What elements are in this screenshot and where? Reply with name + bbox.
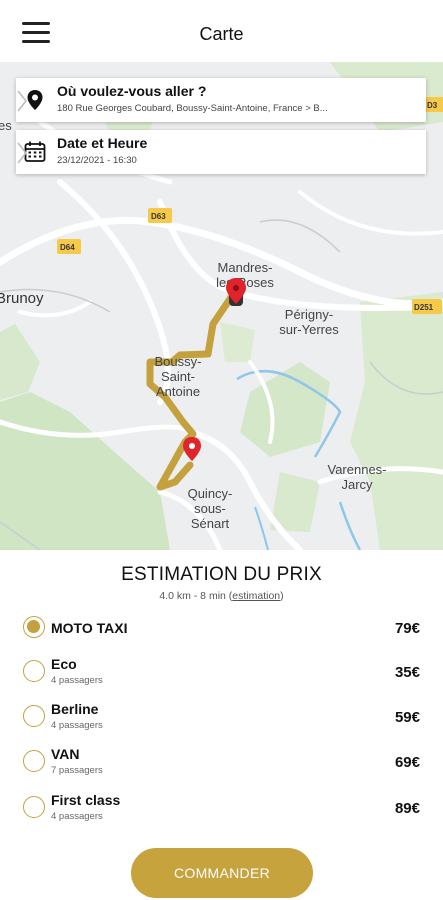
page-title: Carte: [199, 24, 244, 44]
datetime-card[interactable]: Date et Heure 23/12/2021 - 16:30: [16, 130, 426, 174]
option-first-class[interactable]: First class 4 passagers 89€: [0, 792, 443, 832]
destination-title: Où voulez-vous aller ?: [57, 83, 207, 99]
estimation-title: ESTIMATION DU PRIX: [121, 564, 322, 585]
option-name: VAN: [51, 746, 80, 762]
place-quincy-line2: sous-: [194, 501, 226, 516]
option-van[interactable]: VAN 7 passagers 69€: [0, 746, 443, 786]
place-varennes-line1: Varennes-: [327, 462, 386, 477]
road-label-d63: D63: [151, 212, 166, 221]
estimation-distance-time: 4.0 km - 8 min (: [159, 590, 233, 602]
place-mandres-line1: Mandres-: [218, 260, 273, 275]
place-boussy-line1: Boussy-: [155, 354, 202, 369]
road-label-d64: D64: [60, 243, 75, 252]
chevron-right-icon: [17, 90, 27, 112]
destination-pin-icon[interactable]: [183, 437, 201, 461]
option-passengers: 4 passagers: [51, 811, 103, 822]
radio-unselected[interactable]: [23, 750, 45, 772]
order-button[interactable]: COMMANDER: [131, 848, 313, 898]
option-price: 89€: [394, 800, 420, 817]
road-label-d3: D3: [427, 101, 438, 110]
radio-unselected[interactable]: [23, 796, 45, 818]
option-passengers: 4 passagers: [51, 720, 103, 731]
option-eco[interactable]: Eco 4 passagers 35€: [0, 656, 443, 696]
estimation-summary-end: ): [280, 590, 284, 602]
map-view[interactable]: D63 D64 D251 D3 Mandres- les-Roses Périg…: [0, 62, 443, 550]
option-price: 69€: [394, 754, 420, 771]
option-name: Eco: [51, 656, 77, 672]
option-price: 35€: [394, 664, 420, 681]
radio-selected[interactable]: [23, 616, 45, 638]
option-berline[interactable]: Berline 4 passagers 59€: [0, 701, 443, 741]
place-brunoy: Brunoy: [0, 290, 44, 307]
place-quincy-line3: Sénart: [191, 516, 230, 531]
place-boussy-line3: Antoine: [156, 384, 200, 399]
destination-card[interactable]: Où voulez-vous aller ? 180 Rue Georges C…: [16, 78, 426, 122]
place-es: es: [0, 118, 12, 133]
option-name: First class: [51, 792, 121, 808]
place-varennes-line2: Jarcy: [341, 477, 373, 492]
place-boussy-line2: Saint-: [161, 369, 195, 384]
destination-address: 180 Rue Georges Coubard, Boussy-Saint-An…: [57, 103, 328, 114]
option-moto-taxi[interactable]: MOTO TAXI 79€: [0, 614, 443, 654]
road-label-d251: D251: [414, 303, 434, 312]
radio-unselected[interactable]: [23, 660, 45, 682]
option-name: MOTO TAXI: [51, 620, 128, 636]
datetime-title: Date et Heure: [57, 135, 148, 151]
datetime-value: 23/12/2021 - 16:30: [57, 155, 137, 166]
app-header: Carte: [0, 0, 443, 62]
option-price: 59€: [394, 709, 420, 726]
option-passengers: 7 passagers: [51, 765, 103, 776]
place-perigny-line1: Périgny-: [285, 307, 333, 322]
price-panel: ESTIMATION DU PRIX 4.0 km - 8 min (estim…: [0, 550, 443, 900]
option-price: 79€: [394, 620, 420, 637]
place-perigny-line2: sur-Yerres: [279, 322, 339, 337]
place-quincy-line1: Quincy-: [188, 486, 233, 501]
start-pin-icon[interactable]: [226, 278, 246, 306]
option-passengers: 4 passagers: [51, 675, 103, 686]
chevron-right-icon: [17, 142, 27, 164]
estimation-link[interactable]: estimation: [232, 590, 280, 602]
radio-unselected[interactable]: [23, 705, 45, 727]
estimation-summary: 4.0 km - 8 min (estimation): [0, 590, 443, 602]
option-name: Berline: [51, 701, 99, 717]
